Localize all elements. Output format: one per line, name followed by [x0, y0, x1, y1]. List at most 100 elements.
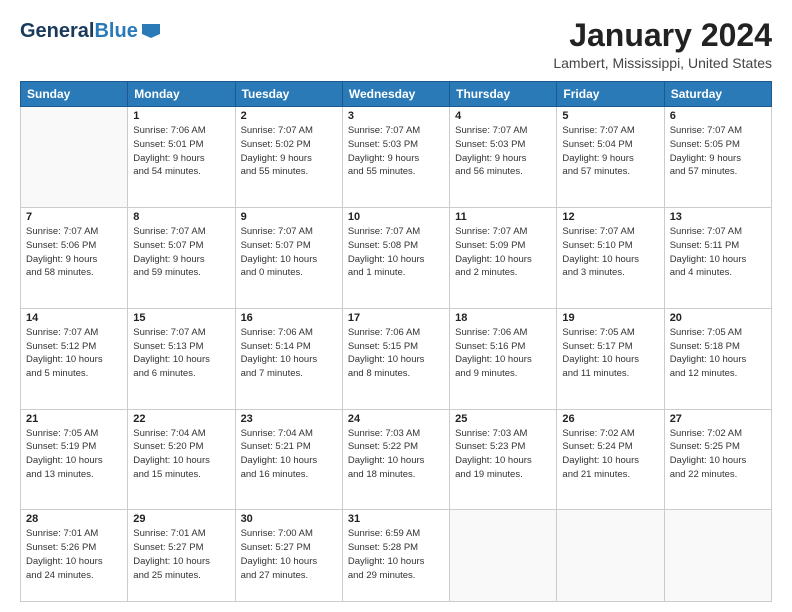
day-number: 18	[455, 312, 551, 324]
day-info: Sunrise: 7:06 AM Sunset: 5:14 PM Dayligh…	[241, 326, 337, 381]
calendar-header-row: Sunday Monday Tuesday Wednesday Thursday…	[21, 82, 772, 107]
day-info: Sunrise: 7:01 AM Sunset: 5:27 PM Dayligh…	[133, 527, 229, 582]
calendar-cell: 14 Sunrise: 7:07 AM Sunset: 5:12 PM Dayli…	[21, 308, 128, 409]
day-number: 2	[241, 110, 337, 122]
day-number: 1	[133, 110, 229, 122]
calendar-cell: 20Sunrise: 7:05 AM Sunset: 5:18 PM Dayli…	[664, 308, 771, 409]
day-number: 21	[26, 413, 122, 425]
day-number: 10	[348, 211, 444, 223]
day-info: Sunrise: 7:03 AM Sunset: 5:22 PM Dayligh…	[348, 427, 444, 482]
day-info: Sunrise: 7:05 AM Sunset: 5:18 PM Dayligh…	[670, 326, 766, 381]
day-number: 14	[26, 312, 122, 324]
col-monday: Monday	[128, 82, 235, 107]
day-number: 13	[670, 211, 766, 223]
calendar-cell: 9 Sunrise: 7:07 AM Sunset: 5:07 PM Daylig…	[235, 207, 342, 308]
day-number: 27	[670, 413, 766, 425]
day-number: 11	[455, 211, 551, 223]
day-info: Sunrise: 7:06 AM Sunset: 5:16 PM Dayligh…	[455, 326, 551, 381]
day-info: Sunrise: 7:07 AM Sunset: 5:10 PM Dayligh…	[562, 225, 658, 280]
day-info: Sunrise: 7:07 AM Sunset: 5:07 PM Dayligh…	[241, 225, 337, 280]
day-info: Sunrise: 7:01 AM Sunset: 5:26 PM Dayligh…	[26, 527, 122, 582]
calendar-cell: 27 Sunrise: 7:02 AM Sunset: 5:25 PM Dayli…	[664, 409, 771, 510]
calendar-cell: 28 Sunrise: 7:01 AM Sunset: 5:26 PM Dayli…	[21, 510, 128, 602]
calendar-cell	[664, 510, 771, 602]
day-number: 31	[348, 513, 444, 525]
day-number: 15	[133, 312, 229, 324]
calendar-cell: 30Sunrise: 7:00 AM Sunset: 5:27 PM Dayli…	[235, 510, 342, 602]
day-info: Sunrise: 7:07 AM Sunset: 5:05 PM Dayligh…	[670, 124, 766, 179]
day-info: Sunrise: 7:03 AM Sunset: 5:23 PM Dayligh…	[455, 427, 551, 482]
calendar-cell: 11Sunrise: 7:07 AM Sunset: 5:09 PM Dayli…	[450, 207, 557, 308]
day-number: 9	[241, 211, 337, 223]
calendar-cell: 1 Sunrise: 7:06 AM Sunset: 5:01 PM Daylig…	[128, 107, 235, 208]
calendar-cell: 8Sunrise: 7:07 AM Sunset: 5:07 PM Daylig…	[128, 207, 235, 308]
calendar-cell: 31 Sunrise: 6:59 AM Sunset: 5:28 PM Dayli…	[342, 510, 449, 602]
col-saturday: Saturday	[664, 82, 771, 107]
calendar-cell: 25 Sunrise: 7:03 AM Sunset: 5:23 PM Dayli…	[450, 409, 557, 510]
calendar-cell: 29 Sunrise: 7:01 AM Sunset: 5:27 PM Dayli…	[128, 510, 235, 602]
header: GeneralBlue January 2024 Lambert, Missis…	[20, 18, 772, 71]
day-number: 24	[348, 413, 444, 425]
logo-text: GeneralBlue	[20, 21, 138, 41]
calendar-cell: 7 Sunrise: 7:07 AM Sunset: 5:06 PM Daylig…	[21, 207, 128, 308]
day-info: Sunrise: 7:07 AM Sunset: 5:13 PM Dayligh…	[133, 326, 229, 381]
day-info: Sunrise: 7:07 AM Sunset: 5:06 PM Dayligh…	[26, 225, 122, 280]
calendar-cell: 13 Sunrise: 7:07 AM Sunset: 5:11 PM Dayli…	[664, 207, 771, 308]
logo-arrow-icon	[142, 20, 160, 38]
day-info: Sunrise: 7:02 AM Sunset: 5:24 PM Dayligh…	[562, 427, 658, 482]
calendar-cell	[21, 107, 128, 208]
calendar-cell: 19Sunrise: 7:05 AM Sunset: 5:17 PM Dayli…	[557, 308, 664, 409]
day-number: 17	[348, 312, 444, 324]
week-row-3: 14 Sunrise: 7:07 AM Sunset: 5:12 PM Dayli…	[21, 308, 772, 409]
calendar-cell: 17 Sunrise: 7:06 AM Sunset: 5:15 PM Dayli…	[342, 308, 449, 409]
day-info: Sunrise: 7:07 AM Sunset: 5:02 PM Dayligh…	[241, 124, 337, 179]
day-number: 28	[26, 513, 122, 525]
calendar-cell: 6 Sunrise: 7:07 AM Sunset: 5:05 PM Daylig…	[664, 107, 771, 208]
calendar-cell	[557, 510, 664, 602]
day-number: 12	[562, 211, 658, 223]
day-info: Sunrise: 7:07 AM Sunset: 5:03 PM Dayligh…	[455, 124, 551, 179]
day-info: Sunrise: 6:59 AM Sunset: 5:28 PM Dayligh…	[348, 527, 444, 582]
calendar-table: Sunday Monday Tuesday Wednesday Thursday…	[20, 81, 772, 602]
day-info: Sunrise: 7:07 AM Sunset: 5:07 PM Dayligh…	[133, 225, 229, 280]
calendar-cell	[450, 510, 557, 602]
col-tuesday: Tuesday	[235, 82, 342, 107]
title-block: January 2024 Lambert, Mississippi, Unite…	[553, 18, 772, 71]
col-thursday: Thursday	[450, 82, 557, 107]
day-number: 29	[133, 513, 229, 525]
day-number: 7	[26, 211, 122, 223]
week-row-2: 7 Sunrise: 7:07 AM Sunset: 5:06 PM Daylig…	[21, 207, 772, 308]
calendar-cell: 21Sunrise: 7:05 AM Sunset: 5:19 PM Dayli…	[21, 409, 128, 510]
col-sunday: Sunday	[21, 82, 128, 107]
day-info: Sunrise: 7:07 AM Sunset: 5:04 PM Dayligh…	[562, 124, 658, 179]
calendar-cell: 23Sunrise: 7:04 AM Sunset: 5:21 PM Dayli…	[235, 409, 342, 510]
calendar-cell: 22 Sunrise: 7:04 AM Sunset: 5:20 PM Dayli…	[128, 409, 235, 510]
day-number: 3	[348, 110, 444, 122]
day-number: 25	[455, 413, 551, 425]
day-info: Sunrise: 7:07 AM Sunset: 5:03 PM Dayligh…	[348, 124, 444, 179]
day-number: 5	[562, 110, 658, 122]
day-info: Sunrise: 7:07 AM Sunset: 5:11 PM Dayligh…	[670, 225, 766, 280]
day-number: 16	[241, 312, 337, 324]
location: Lambert, Mississippi, United States	[553, 55, 772, 71]
day-info: Sunrise: 7:06 AM Sunset: 5:15 PM Dayligh…	[348, 326, 444, 381]
day-number: 26	[562, 413, 658, 425]
day-info: Sunrise: 7:04 AM Sunset: 5:20 PM Dayligh…	[133, 427, 229, 482]
calendar-cell: 10 Sunrise: 7:07 AM Sunset: 5:08 PM Dayli…	[342, 207, 449, 308]
logo: GeneralBlue	[20, 18, 160, 43]
calendar-cell: 4Sunrise: 7:07 AM Sunset: 5:03 PM Daylig…	[450, 107, 557, 208]
day-info: Sunrise: 7:07 AM Sunset: 5:08 PM Dayligh…	[348, 225, 444, 280]
day-info: Sunrise: 7:02 AM Sunset: 5:25 PM Dayligh…	[670, 427, 766, 482]
day-number: 22	[133, 413, 229, 425]
calendar-cell: 26 Sunrise: 7:02 AM Sunset: 5:24 PM Dayli…	[557, 409, 664, 510]
calendar-cell: 2 Sunrise: 7:07 AM Sunset: 5:02 PM Daylig…	[235, 107, 342, 208]
day-number: 19	[562, 312, 658, 324]
day-info: Sunrise: 7:07 AM Sunset: 5:12 PM Dayligh…	[26, 326, 122, 381]
day-info: Sunrise: 7:04 AM Sunset: 5:21 PM Dayligh…	[241, 427, 337, 482]
page: GeneralBlue January 2024 Lambert, Missis…	[0, 0, 792, 612]
day-number: 6	[670, 110, 766, 122]
col-wednesday: Wednesday	[342, 82, 449, 107]
week-row-1: 1 Sunrise: 7:06 AM Sunset: 5:01 PM Daylig…	[21, 107, 772, 208]
day-info: Sunrise: 7:06 AM Sunset: 5:01 PM Dayligh…	[133, 124, 229, 179]
calendar-cell: 16 Sunrise: 7:06 AM Sunset: 5:14 PM Dayli…	[235, 308, 342, 409]
